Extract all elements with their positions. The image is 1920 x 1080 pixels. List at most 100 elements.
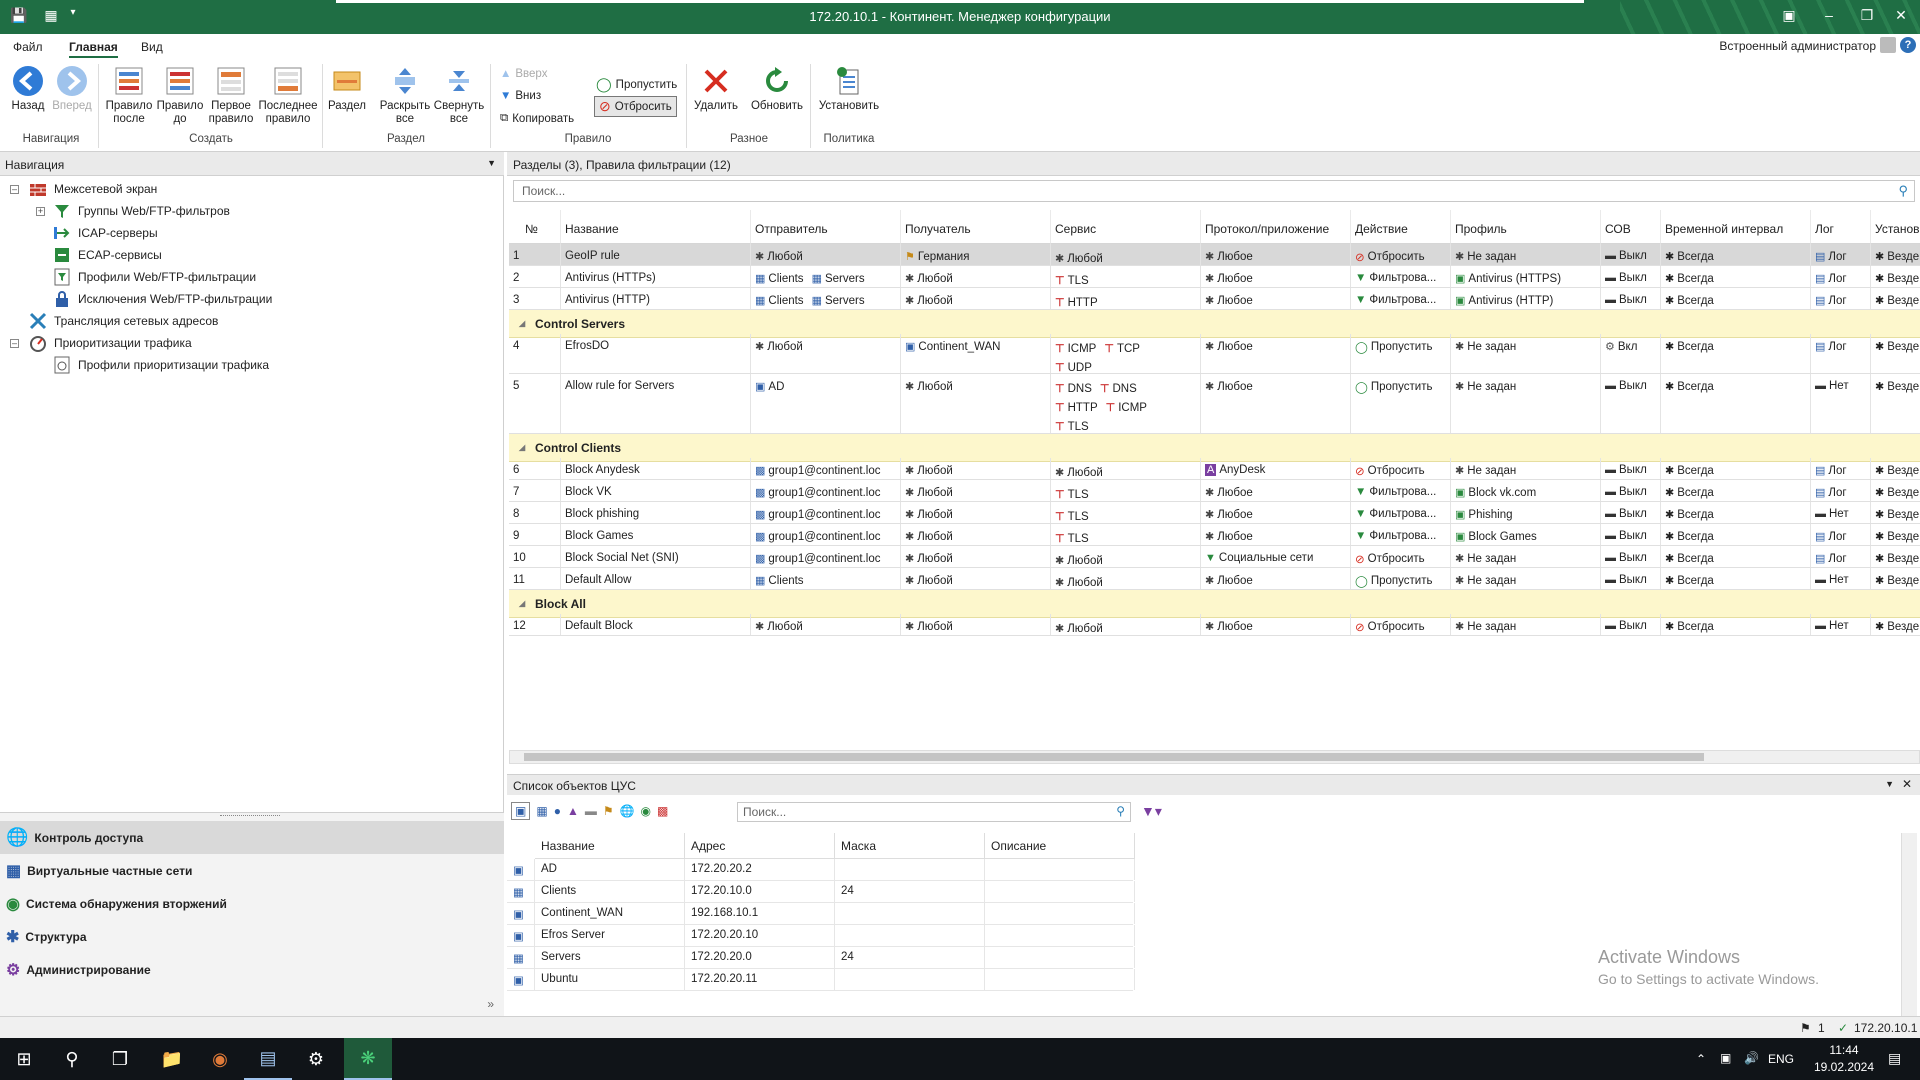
list-item[interactable]: ▦ Servers 172.20.20.0 24 — [507, 947, 1135, 969]
group-filter-icon[interactable]: ▩ — [657, 804, 668, 818]
obj-col-name[interactable]: Название — [535, 833, 685, 859]
vertical-scrollbar[interactable] — [1901, 833, 1917, 1017]
table-row[interactable]: 12 Default Block ✱ Любой ✱ Любой ✱ Любой ✱ Любое ⊘… — [509, 614, 1920, 636]
rule-receiver[interactable]: ✱ Любой — [901, 614, 1051, 635]
search-icon[interactable]: ⚲ — [1116, 804, 1125, 818]
rule-action[interactable]: ▼ Фильтрова... — [1351, 480, 1451, 501]
rule-receiver[interactable]: ✱ Любой — [901, 524, 1051, 545]
panel-close-icon[interactable]: ✕ — [1902, 777, 1912, 791]
volume-tray-icon[interactable]: 🔊 — [1744, 1051, 1759, 1065]
rule-log[interactable]: ▤ Лог — [1811, 546, 1871, 567]
rule-install[interactable]: ✱ Везде — [1871, 546, 1920, 567]
list-item[interactable]: ▣ AD 172.20.20.2 — [507, 859, 1135, 881]
rule-protocol[interactable]: ✱ Любое — [1201, 614, 1351, 635]
rule-log[interactable]: ▬ Нет — [1811, 568, 1871, 589]
rule-time[interactable]: ✱ Всегда — [1661, 614, 1811, 635]
rule-time[interactable]: ✱ Всегда — [1661, 568, 1811, 589]
tree-item-web-ftp-groups[interactable]: Группы Web/FTP-фильтров — [52, 201, 230, 221]
application-filter-icon[interactable]: ▲ — [567, 804, 579, 818]
rule-install[interactable]: ✱ Везде — [1871, 480, 1920, 501]
ribbon-options-icon[interactable]: ▣ — [1776, 7, 1802, 27]
col-log[interactable]: Лог — [1811, 210, 1871, 244]
rule-receiver[interactable]: ✱ Любой — [901, 480, 1051, 501]
task-view-icon[interactable]: ❐ — [96, 1038, 144, 1080]
rule-sender[interactable]: ▩ group1@continent.loc — [751, 480, 901, 501]
col-number[interactable]: № — [509, 210, 561, 244]
rule-receiver[interactable]: ✱ Любой — [901, 458, 1051, 479]
move-down-button[interactable]: ▼ Вниз — [500, 90, 541, 102]
rule-action[interactable]: ⊘ Отбросить — [1351, 458, 1451, 479]
rule-service[interactable]: ⊤ TLS — [1051, 266, 1201, 287]
rule-ids[interactable]: ▬ Выкл — [1601, 568, 1661, 589]
obj-col-description[interactable]: Описание — [985, 833, 1135, 859]
rule-log[interactable]: ▤ Лог — [1811, 524, 1871, 545]
obj-col-address[interactable]: Адрес — [685, 833, 835, 859]
rule-receiver[interactable]: ▣ Continent_WAN — [901, 334, 1051, 373]
section-collapse-icon[interactable]: ◢ — [519, 443, 525, 452]
rule-action[interactable]: ▼ Фильтрова... — [1351, 266, 1451, 287]
table-row[interactable]: 7 Block VK ▩ group1@continent.loc ✱ Любой ⊤ TLS… — [509, 480, 1920, 502]
rule-time[interactable]: ✱ Всегда — [1661, 374, 1811, 433]
rule-action[interactable]: ▼ Фильтрова... — [1351, 502, 1451, 523]
col-service[interactable]: Сервис — [1051, 210, 1201, 244]
refresh-button[interactable]: Обновить — [748, 64, 806, 113]
rule-ids[interactable]: ▬ Выкл — [1601, 614, 1661, 635]
rule-sender[interactable]: ▩ group1@continent.loc — [751, 546, 901, 567]
expand-more-icon[interactable]: » — [487, 997, 494, 1011]
section-collapse-icon[interactable]: ◢ — [519, 319, 525, 328]
network-filter-icon[interactable]: ▦ — [536, 804, 547, 818]
rule-action[interactable]: ⊘ Отбросить — [1351, 546, 1451, 567]
rule-log[interactable]: ▬ Нет — [1811, 502, 1871, 523]
rule-install[interactable]: ✱ Везде — [1871, 288, 1920, 309]
rule-profile[interactable]: ✱ Не задан — [1451, 334, 1601, 373]
rule-protocol[interactable]: ✱ Любое — [1201, 568, 1351, 589]
rule-service[interactable]: ⊤ ICMP ⊤ TCP ⊤ UDP — [1051, 334, 1201, 373]
tree-item-filter-profiles[interactable]: Профили Web/FTP-фильтрации — [52, 267, 256, 287]
col-time[interactable]: Временной интервал — [1661, 210, 1811, 244]
col-name[interactable]: Название — [561, 210, 751, 244]
pass-button[interactable]: ◯ Пропустить — [596, 76, 677, 93]
col-install[interactable]: Установить — [1871, 210, 1920, 244]
file-explorer-icon[interactable]: 📁 — [148, 1038, 196, 1080]
rule-receiver[interactable]: ✱ Любой — [901, 546, 1051, 567]
rule-service[interactable]: ✱ Любой — [1051, 546, 1201, 567]
rule-time[interactable]: ✱ Всегда — [1661, 502, 1811, 523]
rule-name[interactable]: Antivirus (HTTP) — [561, 288, 751, 309]
rule-sender[interactable]: ▦ Clients ▦ Servers — [751, 266, 901, 287]
nav-ids[interactable]: ◉ Система обнаружения вторжений — [0, 887, 504, 920]
nav-vpn[interactable]: ▦ Виртуальные частные сети — [0, 854, 504, 887]
section-button[interactable]: Раздел — [326, 64, 368, 113]
table-row[interactable]: 4 EfrosDO ✱ Любой ▣ Continent_WAN ⊤ ICMP ⊤ TCP ⊤ UD… — [509, 334, 1920, 374]
install-button[interactable]: Установить — [816, 64, 882, 113]
maximize-button[interactable]: ❐ — [1854, 7, 1880, 27]
rule-log[interactable]: ▤ Лог — [1811, 458, 1871, 479]
drop-button[interactable]: ⊘ Отбросить — [594, 96, 677, 117]
windows-start-icon[interactable]: ⊞ — [0, 1038, 48, 1080]
rule-install[interactable]: ✱ Везде — [1871, 334, 1920, 373]
rule-profile[interactable]: ▣ Antivirus (HTTP) — [1451, 288, 1601, 309]
continent-app-icon[interactable]: ❋ — [344, 1038, 392, 1080]
col-protocol[interactable]: Протокол/приложение — [1201, 210, 1351, 244]
rule-profile[interactable]: ✱ Не задан — [1451, 614, 1601, 635]
rule-action[interactable]: ⊘ Отбросить — [1351, 244, 1451, 265]
rule-action[interactable]: ◯ Пропустить — [1351, 374, 1451, 433]
rule-install[interactable]: ✱ Везде — [1871, 374, 1920, 433]
list-item[interactable]: ▣ Continent_WAN 192.168.10.1 — [507, 903, 1135, 925]
objects-search-input[interactable]: Поиск... ⚲ — [737, 802, 1131, 822]
rule-protocol[interactable]: ▼ Социальные сети — [1201, 546, 1351, 567]
scroll-thumb[interactable] — [524, 753, 1704, 761]
copy-button[interactable]: ⧉ Копировать — [500, 112, 574, 125]
rule-receiver[interactable]: ✱ Любой — [901, 374, 1051, 433]
search-icon[interactable]: ⚲ — [48, 1038, 96, 1080]
rule-after-button[interactable]: Правило после — [104, 64, 154, 126]
rule-name[interactable]: Block Social Net (SNI) — [561, 546, 751, 567]
search-icon[interactable]: ⚲ — [1898, 183, 1908, 199]
rules-search-input[interactable]: Поиск... ⚲ — [513, 180, 1915, 202]
rule-profile[interactable]: ✱ Не задан — [1451, 458, 1601, 479]
rule-install[interactable]: ✱ Везде — [1871, 502, 1920, 523]
rule-sender[interactable]: ▦ Clients — [751, 568, 901, 589]
table-row[interactable]: 1 GeoIP rule ✱ Любой ⚑ Германия ✱ Любой ✱ Любое ⊘ О… — [509, 244, 1920, 266]
rule-install[interactable]: ✱ Везде — [1871, 244, 1920, 265]
rule-name[interactable]: Block phishing — [561, 502, 751, 523]
tree-item-nat[interactable]: Трансляция сетевых адресов — [28, 311, 218, 331]
